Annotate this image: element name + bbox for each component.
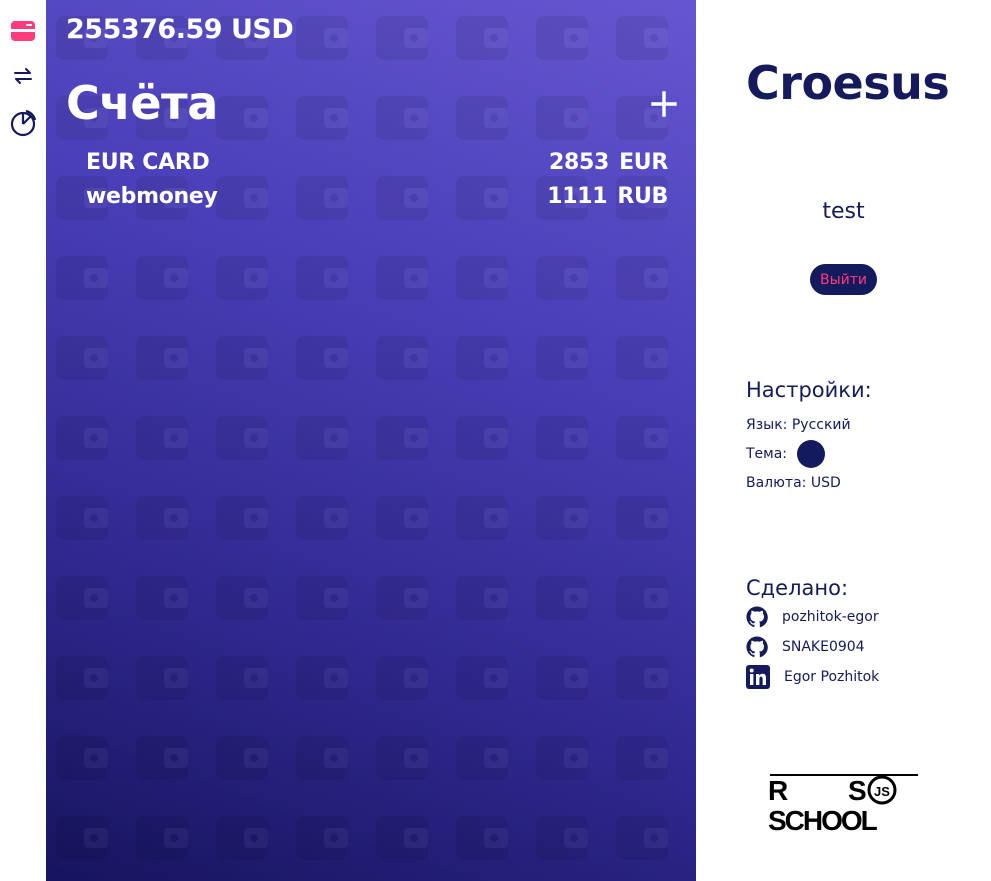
credits-title: Сделано: [746, 576, 849, 600]
credit-link-egor-pozhitok[interactable]: Egor Pozhitok [746, 665, 879, 689]
credit-link-pozhitok-egor[interactable]: pozhitok-egor [746, 606, 879, 628]
linkedin-icon [746, 665, 770, 689]
add-account-button[interactable] [648, 88, 680, 120]
credit-label: SNAKE0904 [782, 639, 865, 655]
pie-chart-icon [9, 109, 37, 141]
account-name: webmoney [86, 184, 218, 209]
settings-title: Настройки: [746, 378, 872, 402]
credit-label: pozhitok-egor [782, 609, 879, 625]
nav-accounts-button[interactable] [8, 18, 38, 48]
username: test [822, 199, 865, 224]
github-icon [746, 606, 768, 628]
account-amount: 2853 [549, 150, 610, 175]
nav-rail [0, 0, 46, 881]
github-icon [746, 636, 768, 658]
nav-stats-button[interactable] [8, 109, 38, 141]
account-balance: 2853 EUR [549, 150, 668, 184]
account-list: EUR CARD 2853 EUR webmoney 1111 RUB [86, 150, 668, 218]
account-amount: 1111 [547, 184, 608, 209]
logo-text-s: S [848, 775, 867, 806]
language-setting[interactable]: Язык: Русский [746, 417, 851, 433]
card-icon [10, 20, 36, 46]
profile-panel: Croesus test Выйти Настройки: Язык: Русс… [696, 0, 991, 881]
account-currency: RUB [617, 184, 668, 209]
logo-text-r: R [768, 775, 788, 806]
account-currency: EUR [619, 150, 668, 175]
theme-toggle[interactable] [797, 440, 826, 468]
credit-link-snake0904[interactable]: SNAKE0904 [746, 636, 865, 658]
rs-school-logo[interactable]: R S JS SCHOOL [768, 772, 920, 834]
theme-setting: Тема: [746, 440, 826, 468]
logout-button[interactable]: Выйти [810, 264, 877, 295]
currency-setting[interactable]: Валюта: USD [746, 475, 841, 491]
total-balance: 255376.59 USD [66, 14, 294, 45]
account-name: EUR CARD [86, 150, 210, 175]
account-row-webmoney[interactable]: webmoney 1111 RUB [86, 184, 668, 218]
credit-label: Egor Pozhitok [784, 669, 880, 685]
logo-text-school: SCHOOL [768, 805, 878, 834]
accounts-title: Счёта [66, 76, 218, 130]
nav-transfers-button[interactable] [8, 63, 38, 93]
app-root: 255376.59 USD Счёта EUR CARD 2853 EUR web… [0, 0, 991, 881]
account-balance: 1111 RUB [547, 184, 668, 218]
app-brand-title: Croesus [746, 56, 950, 110]
plus-icon [651, 91, 677, 117]
transfer-arrows-icon [12, 67, 34, 89]
account-row-eur-card[interactable]: EUR CARD 2853 EUR [86, 150, 668, 184]
theme-label: Тема: [746, 446, 788, 462]
wallet-pattern-background [46, 0, 696, 881]
accounts-panel: 255376.59 USD Счёта EUR CARD 2853 EUR web… [46, 0, 696, 881]
logo-badge-js: JS [874, 784, 890, 799]
